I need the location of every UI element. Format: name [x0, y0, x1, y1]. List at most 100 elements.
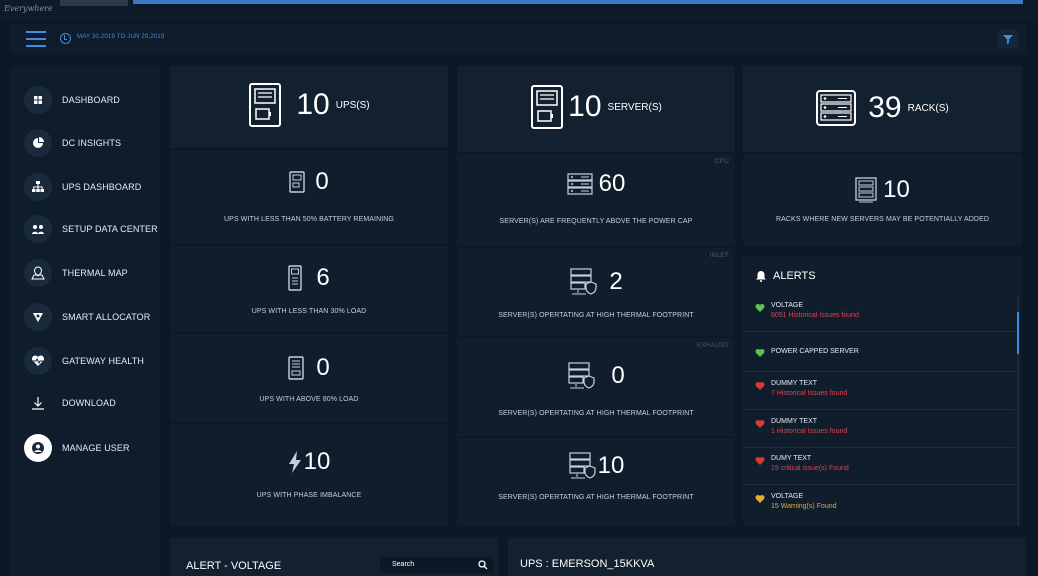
- map-pin-icon: [24, 259, 52, 287]
- alert-item[interactable]: VOLTAGE 15 Warning(s) Found: [743, 487, 1015, 523]
- alert-voltage-panel: ALERT - VOLTAGE Search: [170, 538, 498, 576]
- alerts-scrollbar-thumb[interactable]: [1017, 312, 1019, 354]
- sidebar-item-label: GATEWAY HEALTH: [62, 356, 144, 366]
- allocator-icon: [24, 303, 52, 331]
- server-exhaust-card[interactable]: EXHAUST 0 SERVER(S) OPERTATING AT HIGH T…: [457, 338, 735, 436]
- cpu-tag: CPU: [714, 158, 729, 165]
- ups-phase-card[interactable]: 10 UPS WITH PHASE IMBALANCE: [170, 424, 448, 526]
- server-inlet-card[interactable]: INLET 2 SERVER(S) OPERTATING AT HIGH THE…: [457, 248, 735, 336]
- sidebar-item-label: MANAGE USER: [62, 443, 130, 453]
- dashboard-icon: [24, 86, 52, 114]
- sidebar-item-gateway-health[interactable]: GATEWAY HEALTH: [24, 347, 144, 375]
- heart-icon: [755, 382, 765, 390]
- search-placeholder: Search: [392, 561, 415, 568]
- sidebar-item-dc-insights[interactable]: DC INSIGHTS: [24, 129, 121, 157]
- server-total-card[interactable]: 10 SERVER(S): [457, 66, 735, 152]
- sidebar-item-thermal-map[interactable]: THERMAL MAP: [24, 259, 128, 287]
- ups-high-load-count: 0: [316, 354, 330, 381]
- server-total-count: 10: [568, 90, 602, 123]
- ups-high-load-label: UPS WITH ABOVE 80% LOAD: [259, 396, 359, 403]
- server-cpu-count: 60: [598, 170, 626, 197]
- ups-battery-label: UPS WITH LESS THAN 50% BATTERY REMAINING: [224, 216, 394, 223]
- ups-battery-count: 0: [315, 168, 329, 195]
- top-accent-line: [133, 0, 1023, 4]
- exhaust-tag: EXHAUST: [696, 342, 729, 349]
- funnel-icon: [1003, 35, 1013, 44]
- server-other-count: 10: [597, 452, 625, 479]
- sidebar-item-manage-user[interactable]: MANAGE USER: [24, 434, 130, 462]
- alert-item[interactable]: DUMY TEXT 19 critical issue(s) Found: [743, 449, 1015, 485]
- server-other-card[interactable]: 10 SERVER(S) OPERTATING AT HIGH THERMAL …: [457, 438, 735, 526]
- server-total-unit: SERVER(S): [607, 101, 662, 113]
- rack-new-card[interactable]: 10 RACKS WHERE NEW SERVERS MAY BE POTENT…: [743, 154, 1022, 246]
- ups-phase-count: 10: [303, 448, 331, 475]
- ups-phase-label: UPS WITH PHASE IMBALANCE: [256, 492, 362, 499]
- alert-voltage-title: ALERT - VOLTAGE: [186, 560, 282, 572]
- ups-total-count: 10: [296, 88, 330, 121]
- alert-item[interactable]: DUMMY TEXT 1 Historical Issues found: [743, 412, 1015, 448]
- hierarchy-icon: [24, 173, 52, 201]
- alert-title: DUMMY TEXT: [771, 380, 818, 387]
- sidebar-item-label: UPS DASHBOARD: [62, 182, 142, 192]
- sidebar-item-label: DC INSIGHTS: [62, 138, 122, 148]
- server-other-label: SERVER(S) OPERTATING AT HIGH THERMAL FOO…: [498, 494, 694, 501]
- inlet-tag: INLET: [709, 252, 729, 259]
- filter-button[interactable]: [998, 30, 1018, 48]
- server-shield-icon: [569, 452, 596, 479]
- heart-icon: [755, 304, 765, 312]
- logo-tab: [60, 0, 128, 6]
- server-rack-icon: [567, 173, 593, 195]
- hamburger-menu-icon[interactable]: [26, 31, 46, 47]
- lightning-icon: [288, 451, 301, 473]
- rack-server-icon: [855, 177, 877, 203]
- filter-bar: MAY 30,2019 TO JUN 29,2019: [10, 24, 1026, 54]
- search-input[interactable]: Search: [380, 557, 494, 573]
- ups-tower-icon: [288, 356, 305, 380]
- sidebar-item-setup-data-center[interactable]: SETUP DATA CENTER: [24, 215, 158, 243]
- server-exhaust-label: SERVER(S) OPERTATING AT HIGH THERMAL FOO…: [498, 410, 694, 417]
- ups-battery-card[interactable]: 0 UPS WITH LESS THAN 50% BATTERY REMAINI…: [170, 150, 448, 244]
- sidebar-item-label: THERMAL MAP: [62, 268, 128, 278]
- alert-item[interactable]: VOLTAGE 6051 Historical Issues found: [743, 296, 1015, 332]
- ups-high-load-card[interactable]: 0 UPS WITH ABOVE 80% LOAD: [170, 334, 448, 422]
- server-inlet-count: 2: [609, 268, 623, 295]
- server-exhaust-count: 0: [611, 362, 625, 389]
- alerts-title: ALERTS: [773, 270, 816, 282]
- search-icon[interactable]: [478, 560, 488, 570]
- rack-new-label: RACKS WHERE NEW SERVERS MAY BE POTENTIAL…: [775, 216, 990, 223]
- alert-title: DUMY TEXT: [771, 455, 812, 462]
- sidebar-item-download[interactable]: DOWNLOAD: [24, 389, 116, 417]
- alert-title: VOLTAGE: [771, 302, 804, 309]
- alert-item[interactable]: DUMMY TEXT 7 Historical Issues found: [743, 374, 1015, 410]
- sidebar-item-label: SETUP DATA CENTER: [62, 224, 158, 234]
- alert-item[interactable]: POWER CAPPED SERVER: [743, 336, 1015, 372]
- alert-detail: 6051 Historical Issues found: [771, 312, 859, 319]
- ups-unit-icon: [288, 265, 303, 291]
- heart-icon: [755, 457, 765, 465]
- heartbeat-icon: [24, 347, 52, 375]
- sidebar-item-label: DASHBOARD: [62, 95, 120, 105]
- rack-new-count: 10: [883, 176, 910, 203]
- ups-low-load-label: UPS WITH LESS THAN 30% LOAD: [251, 308, 367, 315]
- ups-device-icon: [249, 83, 282, 127]
- ups-total-card[interactable]: 10 UPS(S): [170, 66, 448, 148]
- app-logo: Everywhere: [4, 4, 53, 13]
- rack-total-card[interactable]: 39 RACK(S): [743, 66, 1022, 152]
- sidebar-item-label: SMART ALLOCATOR: [62, 312, 151, 322]
- sidebar-item-ups-dashboard[interactable]: UPS DASHBOARD: [24, 173, 141, 201]
- sidebar-item-smart-allocator[interactable]: SMART ALLOCATOR: [24, 303, 150, 331]
- sidebar-item-label: DOWNLOAD: [62, 398, 116, 408]
- clock-icon: [60, 33, 71, 44]
- server-cpu-label: SERVER(S) ARE FREQUENTLY ABOVE THE POWER…: [499, 218, 693, 225]
- server-shield-icon: [570, 268, 597, 295]
- server-cpu-card[interactable]: CPU 60 SERVER(S) ARE FREQUENTLY ABOVE TH…: [457, 154, 735, 246]
- ups-low-load-count: 6: [316, 264, 330, 291]
- pie-chart-icon: [24, 129, 52, 157]
- server-device-icon: [531, 85, 564, 129]
- sidebar-item-dashboard[interactable]: DASHBOARD: [24, 86, 120, 114]
- ups-total-unit: UPS(S): [335, 99, 370, 111]
- ups-low-load-card[interactable]: 6 UPS WITH LESS THAN 30% LOAD: [170, 246, 448, 332]
- bell-icon: [756, 271, 766, 282]
- rack-icon: [816, 90, 857, 126]
- date-range[interactable]: MAY 30,2019 TO JUN 29,2019: [77, 34, 164, 40]
